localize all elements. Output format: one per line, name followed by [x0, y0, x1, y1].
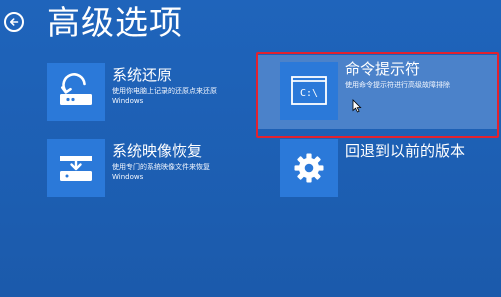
option-description-line: Windows: [112, 173, 144, 181]
page-title: 高级选项: [47, 3, 183, 42]
option-label-system-image-recovery: 系统映像恢复: [112, 142, 203, 160]
highlight-annotation: [256, 52, 499, 138]
option-system-restore[interactable]: 系统还原 使用你电脑上记录的还原点来还原 Windows: [47, 63, 252, 137]
system-image-icon: [60, 156, 92, 181]
option-label-system-restore: 系统还原: [112, 66, 173, 84]
back-button[interactable]: [4, 12, 24, 32]
back-arrow-icon: [10, 18, 19, 26]
system-restore-icon: [60, 73, 92, 105]
option-go-back[interactable]: 回退到以前的版本: [280, 139, 485, 213]
option-description-line: 使用你电脑上记录的还原点来还原: [112, 87, 217, 95]
option-label-go-back: 回退到以前的版本: [345, 142, 466, 160]
system-restore-tile: [47, 63, 105, 121]
gear-icon: [294, 153, 324, 183]
option-description-system-restore: 使用你电脑上记录的还原点来还原 Windows: [112, 86, 252, 106]
option-description-system-image-recovery: 使用专门的系统映像文件来恢复 Windows: [112, 162, 252, 182]
option-system-image-recovery[interactable]: 系统映像恢复 使用专门的系统映像文件来恢复 Windows: [47, 139, 252, 213]
option-description-line: 使用专门的系统映像文件来恢复: [112, 163, 210, 171]
go-back-tile: [280, 139, 338, 197]
system-image-tile: [47, 139, 105, 197]
option-description-line: Windows: [112, 97, 144, 105]
mouse-cursor-icon: [352, 99, 362, 113]
advanced-options-screen: 高级选项 系统还原 使用你电脑上记录的还原点来还原 Windows C:\ 命令: [0, 0, 501, 297]
